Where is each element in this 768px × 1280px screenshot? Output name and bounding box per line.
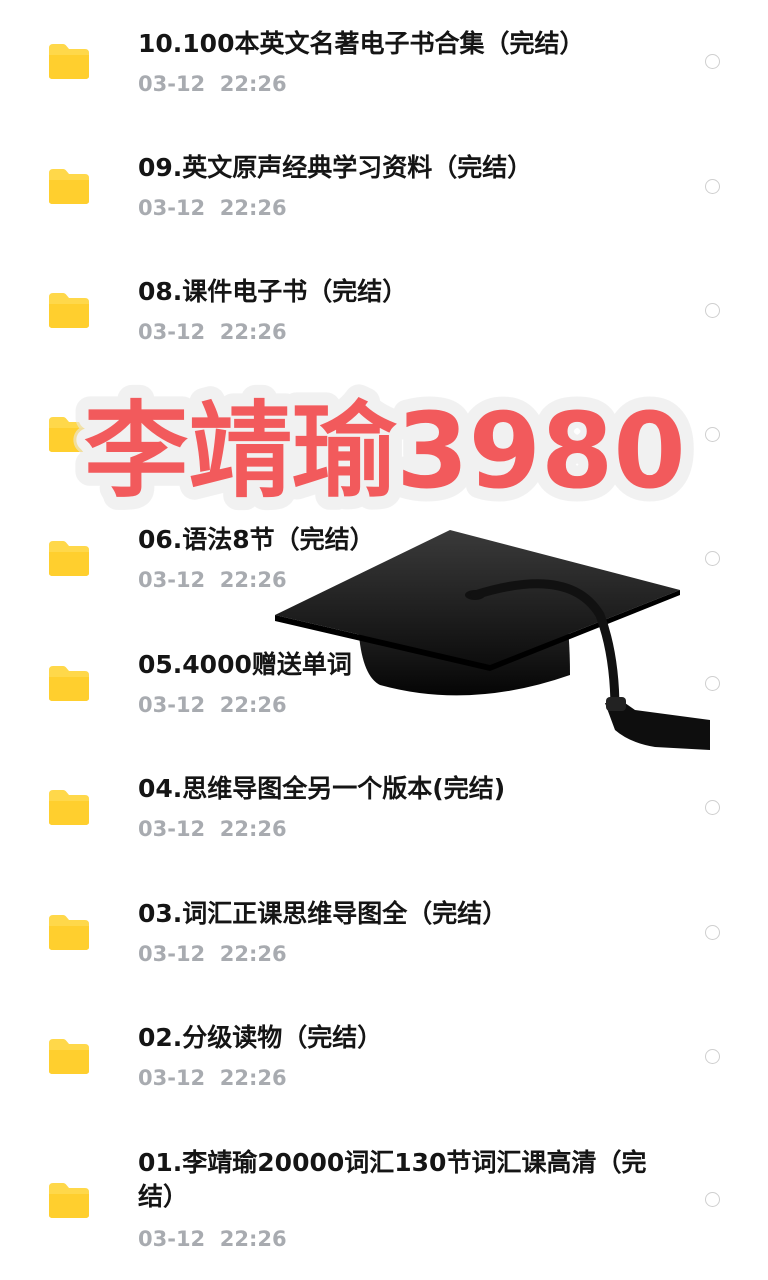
- watermark-text: 李靖瑜3980: [84, 390, 685, 512]
- file-time: 03-12 22:26: [138, 817, 287, 841]
- select-radio[interactable]: [705, 54, 720, 69]
- select-radio[interactable]: [705, 303, 720, 318]
- file-time: 03-12 22:26: [138, 72, 287, 96]
- select-radio[interactable]: [705, 800, 720, 815]
- select-radio[interactable]: [705, 179, 720, 194]
- file-list-screen: 10.100本英文名著电子书合集（完结） 03-12 22:26 09.英文原声…: [0, 0, 768, 1280]
- folder-icon: [49, 790, 89, 825]
- folder-icon: [49, 541, 89, 576]
- folder-icon: [49, 666, 89, 701]
- list-item[interactable]: 08.课件电子书（完结） 03-12 22:26: [0, 249, 768, 373]
- file-time: 03-12 22:26: [138, 568, 287, 592]
- select-radio[interactable]: [705, 1192, 720, 1207]
- select-radio[interactable]: [705, 1049, 720, 1064]
- folder-icon: [49, 293, 89, 328]
- file-name: 09.英文原声经典学习资料（完结）: [138, 153, 533, 182]
- folder-icon: [49, 169, 89, 204]
- folder-icon: [49, 44, 89, 79]
- list-item[interactable]: 03.词汇正课思维导图全（完结） 03-12 22:26: [0, 870, 768, 995]
- file-name: 10.100本英文名著电子书合集（完结）: [138, 29, 585, 58]
- folder-icon: [49, 1039, 89, 1074]
- list-item[interactable]: 02.分级读物（完结） 03-12 22:26: [0, 995, 768, 1119]
- graduation-cap-icon: [275, 530, 710, 750]
- select-radio[interactable]: [705, 925, 720, 940]
- watermark-title: 李靖瑜3980 李靖瑜3980 李靖瑜3980: [71, 384, 698, 514]
- folder-icon: [49, 915, 89, 950]
- file-time: 03-12 22:26: [138, 320, 287, 344]
- file-time: 03-12 22:26: [138, 1227, 287, 1251]
- file-time: 03-12 22:26: [138, 942, 287, 966]
- file-name: 04.思维导图全另一个版本(完结): [138, 774, 506, 803]
- list-item[interactable]: 10.100本英文名著电子书合集（完结） 03-12 22:26: [0, 0, 768, 125]
- file-time: 03-12 22:26: [138, 196, 287, 220]
- file-time: 03-12 22:26: [138, 1066, 287, 1090]
- list-item[interactable]: 09.英文原声经典学习资料（完结） 03-12 22:26: [0, 125, 768, 249]
- folder-icon: [49, 1183, 89, 1218]
- file-name: 08.课件电子书（完结）: [138, 277, 408, 306]
- file-name: 02.分级读物（完结）: [138, 1023, 383, 1052]
- file-name: 03.词汇正课思维导图全（完结）: [138, 899, 508, 928]
- file-time: 03-12 22:26: [138, 693, 287, 717]
- file-name: 01.李靖瑜20000词汇130节词汇课高清（完结）: [138, 1148, 647, 1211]
- list-item[interactable]: 01.李靖瑜20000词汇130节词汇课高清（完结） 03-12 22:26: [0, 1119, 768, 1280]
